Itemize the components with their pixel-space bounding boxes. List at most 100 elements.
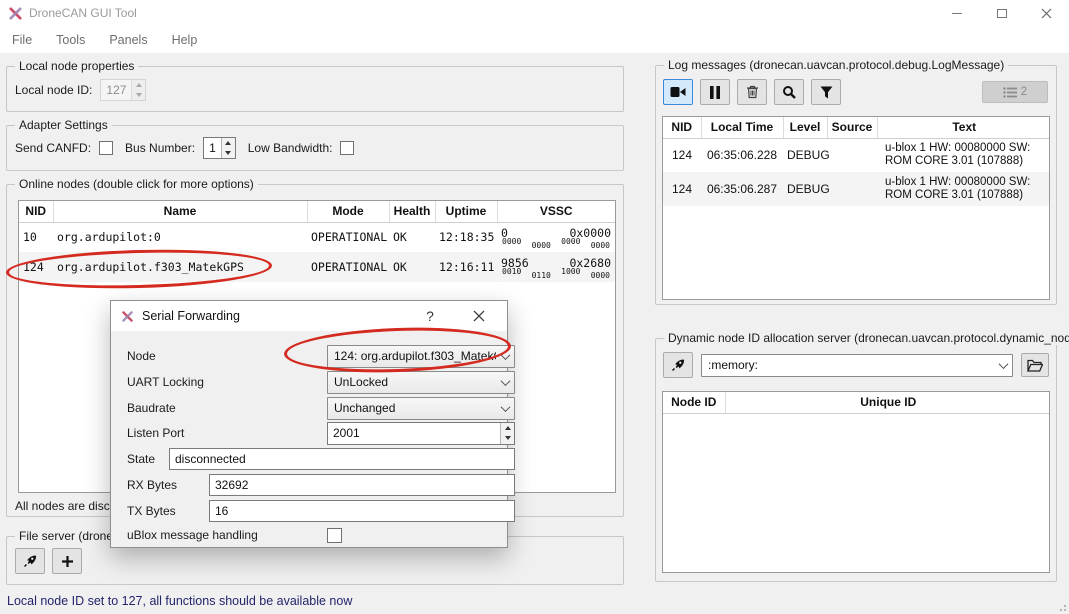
- app-icon: [8, 6, 23, 21]
- baudrate-row: Baudrate Unchanged: [127, 396, 497, 420]
- col-unique-id[interactable]: Unique ID: [725, 392, 1050, 413]
- col-uptime[interactable]: Uptime: [435, 201, 497, 222]
- log-count-value: 2: [1021, 86, 1027, 98]
- group-title: Online nodes (double click for more opti…: [15, 177, 258, 191]
- allocation-table-container: Node ID Unique ID: [662, 391, 1050, 573]
- allocation-start-button[interactable]: [663, 352, 693, 378]
- allocation-table: Node ID Unique ID: [663, 392, 1050, 414]
- table-header-row: NID Local Time Level Source Text: [663, 117, 1050, 138]
- cell-local-time: 06:35:06.287: [701, 172, 783, 206]
- listen-port-row: Listen Port 2001: [127, 421, 497, 445]
- tx-bytes-field[interactable]: [209, 500, 515, 522]
- baudrate-value: Unchanged: [328, 401, 496, 415]
- log-pause-button[interactable]: [700, 79, 730, 105]
- menu-bar: File Tools Panels Help: [0, 26, 1069, 53]
- col-name[interactable]: Name: [53, 201, 307, 222]
- log-row[interactable]: 124 06:35:06.287 DEBUG u-blox 1 HW: 0008…: [663, 172, 1050, 206]
- cell-name: org.ardupilot:0: [53, 222, 307, 252]
- send-canfd-label: Send CANFD:: [15, 141, 91, 155]
- dronecan-gui-window: { "window": { "title": "DroneCAN GUI Too…: [0, 0, 1069, 614]
- baudrate-combobox[interactable]: Unchanged: [327, 397, 515, 420]
- dialog-help-button[interactable]: ?: [413, 301, 447, 331]
- ublox-handling-checkbox[interactable]: [327, 528, 342, 543]
- log-search-button[interactable]: [774, 79, 804, 105]
- close-icon: [473, 310, 485, 322]
- send-canfd-checkbox[interactable]: [99, 141, 113, 155]
- state-field[interactable]: [169, 448, 515, 470]
- menu-panels[interactable]: Panels: [97, 26, 159, 53]
- app-icon: [121, 310, 134, 323]
- file-server-add-path-button[interactable]: [52, 548, 82, 574]
- bus-number-spinner[interactable]: 1: [203, 137, 236, 159]
- cell-nid: 124: [663, 172, 701, 206]
- log-row[interactable]: 124 06:35:06.228 DEBUG u-blox 1 HW: 0008…: [663, 138, 1050, 172]
- uart-locking-combobox[interactable]: UnLocked: [327, 371, 515, 394]
- maximize-button[interactable]: [979, 0, 1024, 26]
- chevron-down-icon: [994, 362, 1012, 369]
- status-bar: Local node ID set to 127, all functions …: [0, 588, 1069, 614]
- state-label: State: [127, 452, 155, 466]
- col-text[interactable]: Text: [877, 117, 1050, 138]
- log-filter-button[interactable]: [811, 79, 841, 105]
- cell-level: DEBUG: [783, 138, 827, 172]
- menu-file[interactable]: File: [0, 26, 44, 53]
- cell-uptime: 12:16:11: [435, 252, 497, 282]
- group-title: Dynamic node ID allocation server (drone…: [664, 331, 1069, 345]
- col-source[interactable]: Source: [827, 117, 877, 138]
- col-node-id[interactable]: Node ID: [663, 392, 725, 413]
- close-button[interactable]: [1024, 0, 1069, 26]
- spinner-down-icon[interactable]: [501, 433, 514, 444]
- menu-help[interactable]: Help: [160, 26, 210, 53]
- allocation-db-value: :memory:: [702, 358, 994, 372]
- menu-tools[interactable]: Tools: [44, 26, 97, 53]
- online-node-row[interactable]: 10 org.ardupilot:0 OPERATIONAL OK 12:18:…: [19, 222, 615, 252]
- group-title: Adapter Settings: [15, 118, 112, 132]
- cell-health: OK: [389, 222, 435, 252]
- allocation-db-combobox[interactable]: :memory:: [701, 354, 1013, 377]
- video-record-icon: [670, 86, 686, 98]
- minimize-button[interactable]: [934, 0, 979, 26]
- col-level[interactable]: Level: [783, 117, 827, 138]
- baudrate-label: Baudrate: [127, 401, 176, 415]
- group-title: Log messages (dronecan.uavcan.protocol.d…: [664, 58, 1008, 72]
- allocation-browse-button[interactable]: [1021, 353, 1049, 377]
- cell-nid: 124: [663, 138, 701, 172]
- tx-bytes-label: TX Bytes: [127, 504, 176, 518]
- spinner-down-icon: [132, 90, 145, 100]
- resize-grip-icon[interactable]: [1056, 601, 1066, 611]
- spinner-up-icon[interactable]: [222, 138, 235, 148]
- spinner-up-icon[interactable]: [501, 423, 514, 434]
- spinner-up-icon: [132, 80, 145, 90]
- low-bandwidth-checkbox[interactable]: [340, 141, 354, 155]
- adapter-settings-group: Adapter Settings Send CANFD: Bus Number:…: [6, 125, 624, 171]
- plus-icon: [61, 555, 74, 568]
- col-health[interactable]: Health: [389, 201, 435, 222]
- cell-source: [827, 138, 877, 172]
- listen-port-spinner[interactable]: 2001: [327, 422, 515, 445]
- pause-icon: [709, 86, 721, 99]
- col-mode[interactable]: Mode: [307, 201, 389, 222]
- cell-text: u-blox 1 HW: 00080000 SW: ROM CORE 3.01 …: [877, 172, 1050, 206]
- title-bar: DroneCAN GUI Tool: [0, 0, 1069, 26]
- log-record-button[interactable]: [663, 79, 693, 105]
- spinner-down-icon[interactable]: [222, 148, 235, 158]
- file-server-start-button[interactable]: [15, 548, 45, 574]
- state-row: State: [127, 447, 497, 471]
- log-messages-table: NID Local Time Level Source Text 124 06:…: [663, 117, 1050, 206]
- col-vssc[interactable]: VSSC: [497, 201, 615, 222]
- bus-number-label: Bus Number:: [125, 141, 195, 155]
- log-clear-button[interactable]: [737, 79, 767, 105]
- local-node-id-spinner: 127: [100, 79, 146, 101]
- rx-bytes-field[interactable]: [209, 474, 515, 496]
- dialog-close-button[interactable]: [459, 301, 499, 331]
- rx-bytes-label: RX Bytes: [127, 478, 177, 492]
- col-nid[interactable]: NID: [663, 117, 701, 138]
- listen-port-label: Listen Port: [127, 426, 184, 440]
- status-message: Local node ID set to 127, all functions …: [7, 594, 352, 608]
- col-local-time[interactable]: Local Time: [701, 117, 783, 138]
- allocation-server-group: Dynamic node ID allocation server (drone…: [655, 338, 1057, 582]
- col-nid[interactable]: NID: [19, 201, 53, 222]
- cell-health: OK: [389, 252, 435, 282]
- cell-uptime: 12:18:35: [435, 222, 497, 252]
- rx-bytes-row: RX Bytes: [127, 473, 497, 497]
